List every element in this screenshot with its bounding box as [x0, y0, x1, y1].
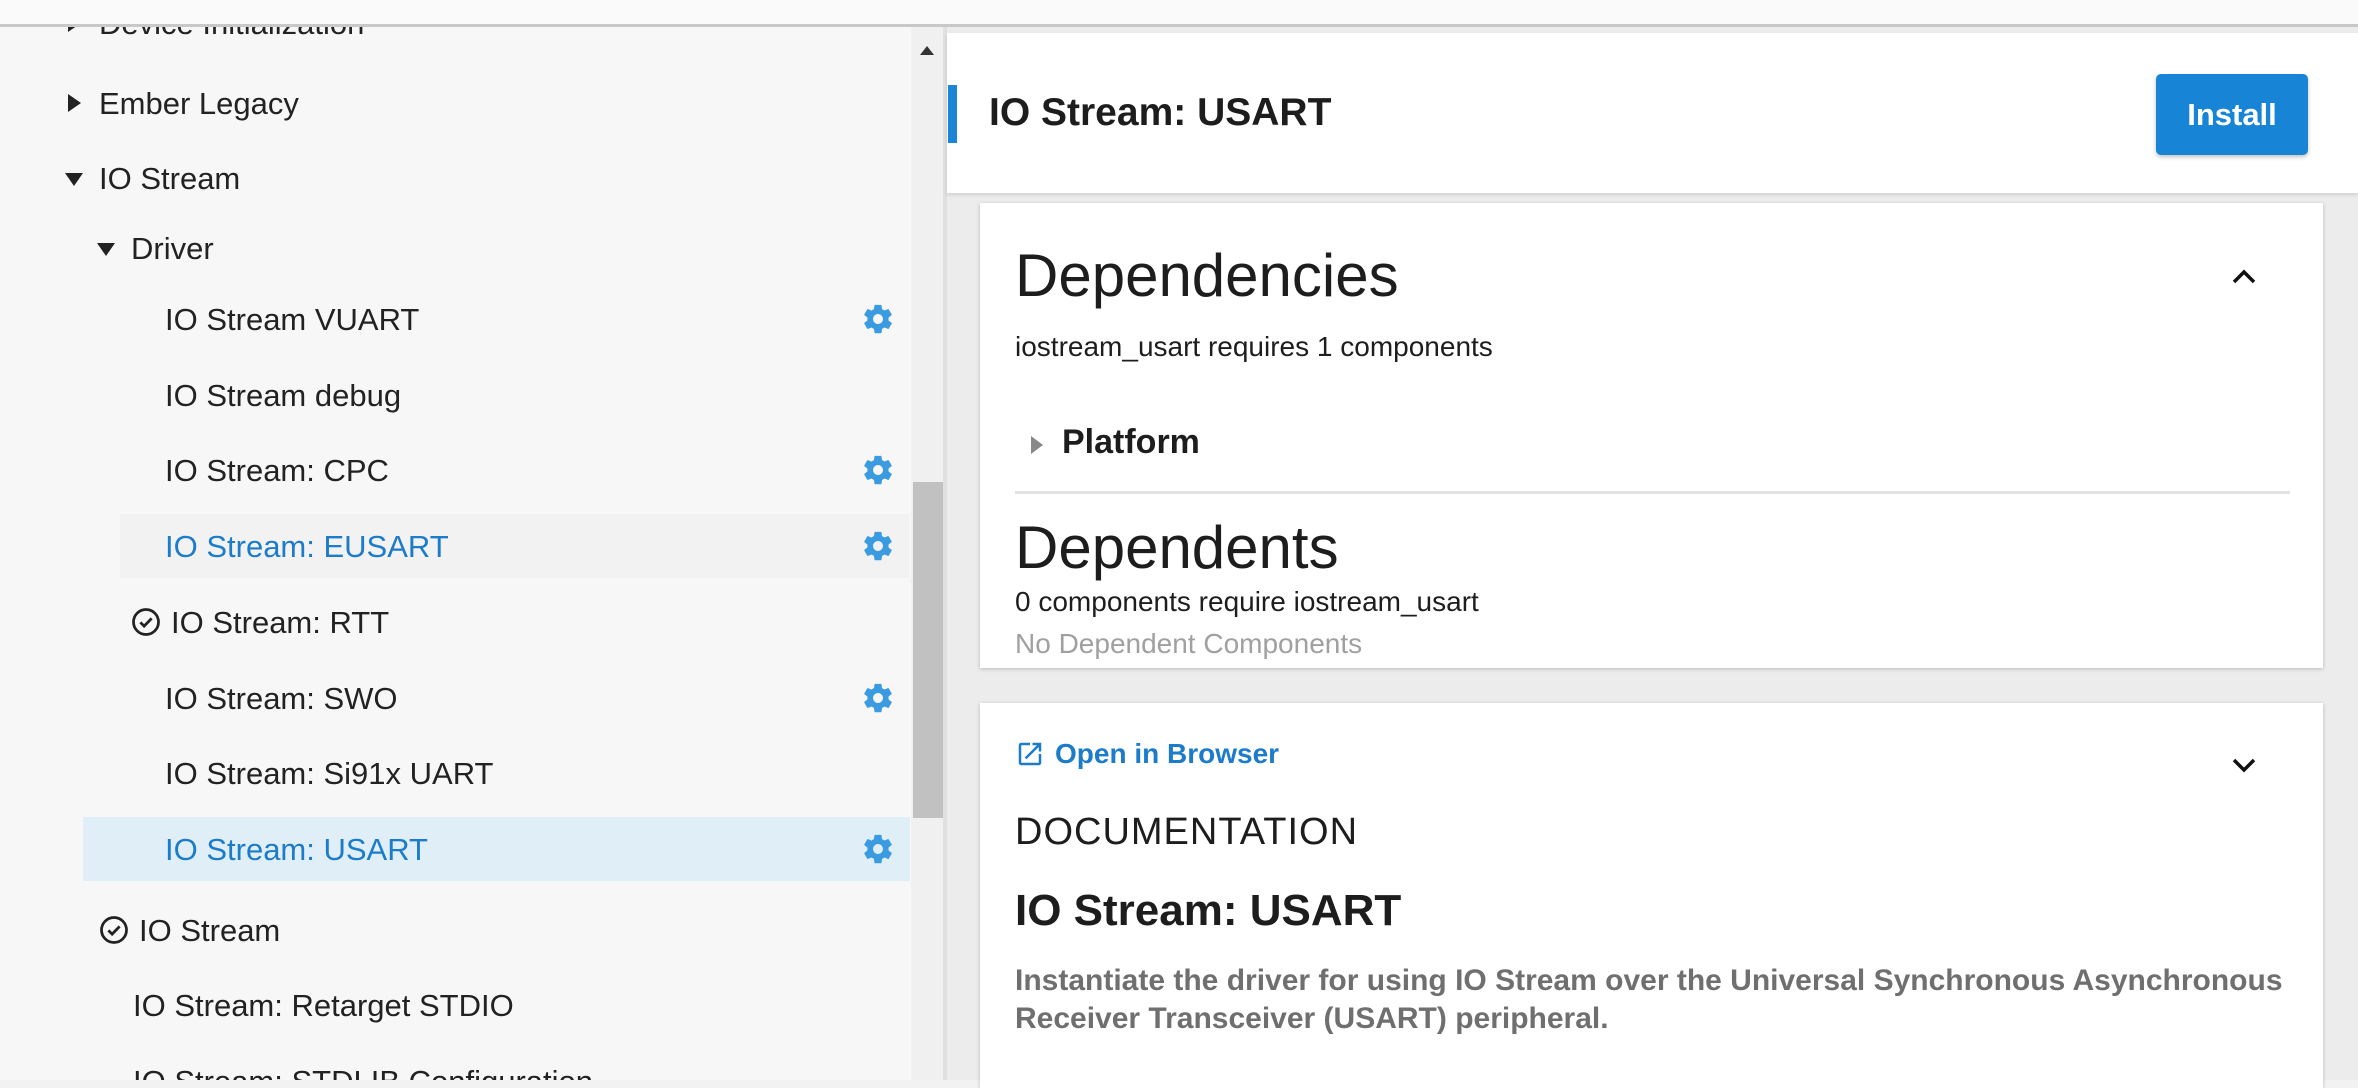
tree-item-io-stream-vuart[interactable]: IO Stream VUART — [0, 287, 910, 351]
dependencies-summary: iostream_usart requires 1 components — [1015, 331, 1493, 362]
gear-icon[interactable] — [861, 681, 895, 715]
tree-item-io-stream-swo[interactable]: IO Stream: SWO — [0, 666, 910, 730]
section-divider — [1015, 491, 2290, 494]
tree-item-label: IO Stream: CPC — [165, 453, 389, 488]
component-title: IO Stream: USART — [989, 91, 1332, 134]
tree-item-label: IO Stream: Retarget STDIO — [133, 988, 514, 1023]
chevron-down-icon[interactable] — [2229, 755, 2259, 775]
tree-item-label: IO Stream — [99, 161, 241, 196]
tree-item-label: IO Stream VUART — [165, 302, 420, 337]
expand-icon[interactable] — [68, 94, 81, 112]
dependencies-heading: Dependencies — [1015, 242, 1399, 309]
tree-item-io-stream-retarget-stdio[interactable]: IO Stream: Retarget STDIO — [0, 973, 910, 1037]
tree-item-label: IO Stream: EUSART — [165, 529, 449, 564]
tree-item-label: IO Stream: STDLIB Configuration — [133, 1064, 593, 1080]
tree-item-label: IO Stream: RTT — [171, 605, 390, 640]
tree-item-io-stream-stdlib-configuration[interactable]: IO Stream: STDLIB Configuration — [0, 1049, 910, 1080]
documentation-title: IO Stream: USART — [1015, 886, 1402, 935]
check-circle-icon — [100, 916, 128, 944]
tree-item-io-stream[interactable]: IO Stream — [0, 146, 910, 210]
window-top-strip — [0, 0, 2358, 27]
chevron-up-icon[interactable] — [2229, 267, 2259, 287]
external-link-icon — [1018, 742, 1042, 766]
tree-item-io-stream-rtt[interactable]: IO Stream: RTT — [0, 590, 910, 654]
documentation-card: Open in Browser DOCUMENTATION IO Stream:… — [980, 703, 2323, 1088]
tree-item-io-stream-usart[interactable]: IO Stream: USART — [83, 817, 910, 881]
install-button[interactable]: Install — [2156, 74, 2308, 155]
component-details-panel: IO Stream: USART Install Dependencies io… — [947, 27, 2358, 1088]
tree-item-device-initialization[interactable]: Device Initialization — [0, 27, 910, 55]
dependents-heading: Dependents — [1015, 514, 1339, 581]
gear-icon[interactable] — [861, 302, 895, 336]
documentation-label: DOCUMENTATION — [1015, 811, 1359, 853]
expand-platform-icon[interactable] — [1031, 436, 1043, 454]
tree-item-label: Driver — [131, 231, 214, 266]
tree-item-label: IO Stream: Si91x UART — [165, 756, 494, 791]
tree-item-driver[interactable]: Driver — [0, 216, 910, 280]
dependents-summary: 0 components require iostream_usart — [1015, 586, 1479, 617]
open-in-browser-link[interactable]: Open in Browser — [1015, 738, 1279, 770]
open-in-browser-label: Open in Browser — [1055, 738, 1280, 769]
component-header: IO Stream: USART Install — [947, 33, 2358, 193]
gear-icon[interactable] — [861, 529, 895, 563]
tree-item-label: IO Stream debug — [165, 378, 402, 413]
dependents-empty-text: No Dependent Components — [1015, 628, 1363, 659]
gear-icon[interactable] — [861, 832, 895, 866]
check-circle-icon — [132, 608, 160, 636]
expand-icon[interactable] — [68, 27, 81, 32]
tree-item-io-stream-eusart[interactable]: IO Stream: EUSART — [120, 514, 910, 578]
header-accent-bar — [948, 85, 957, 143]
tree-item-label: IO Stream: SWO — [165, 681, 398, 716]
dependencies-card: Dependencies iostream_usart requires 1 c… — [980, 203, 2323, 668]
documentation-description: Instantiate the driver for using IO Stre… — [1015, 964, 2283, 1035]
tree-item-label: Device Initialization — [99, 27, 364, 42]
gear-icon[interactable] — [861, 453, 895, 487]
component-tree: Device Initialization Ember Legacy IO St… — [0, 27, 913, 1080]
tree-item-label: IO Stream — [139, 913, 281, 948]
scroll-up-arrow-icon[interactable] — [920, 46, 934, 55]
collapse-icon[interactable] — [65, 173, 83, 186]
tree-item-io-stream-core[interactable]: IO Stream — [0, 898, 910, 962]
tree-item-io-stream-cpc[interactable]: IO Stream: CPC — [0, 438, 910, 502]
tree-scrollbar-thumb[interactable] — [913, 482, 943, 818]
tree-item-label: Ember Legacy — [99, 86, 299, 121]
tree-item-io-stream-si91x-uart[interactable]: IO Stream: Si91x UART — [0, 741, 910, 805]
tree-item-ember-legacy[interactable]: Ember Legacy — [0, 71, 910, 135]
dependency-group-platform[interactable]: Platform — [1062, 423, 1200, 462]
tree-item-label: IO Stream: USART — [165, 832, 428, 867]
collapse-icon[interactable] — [97, 243, 115, 256]
tree-item-io-stream-debug[interactable]: IO Stream debug — [0, 363, 910, 427]
